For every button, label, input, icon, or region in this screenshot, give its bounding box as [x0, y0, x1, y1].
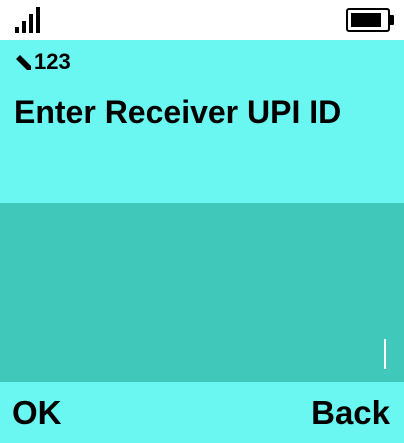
prompt-header: 123 Enter Receiver UPI ID — [0, 40, 404, 203]
input-mode-indicator: 123 — [14, 50, 71, 74]
prompt-title: Enter Receiver UPI ID — [14, 94, 342, 130]
input-mode-label: 123 — [34, 49, 71, 74]
battery-full-icon — [346, 8, 394, 32]
status-bar — [0, 0, 404, 40]
pencil-icon — [16, 55, 31, 70]
back-softkey[interactable]: Back — [311, 394, 390, 432]
softkey-bar: OK Back — [0, 382, 404, 443]
signal-strength-icon — [15, 7, 45, 33]
text-cursor — [384, 339, 386, 369]
upi-id-input-field[interactable] — [0, 203, 404, 382]
ok-softkey[interactable]: OK — [12, 394, 62, 432]
